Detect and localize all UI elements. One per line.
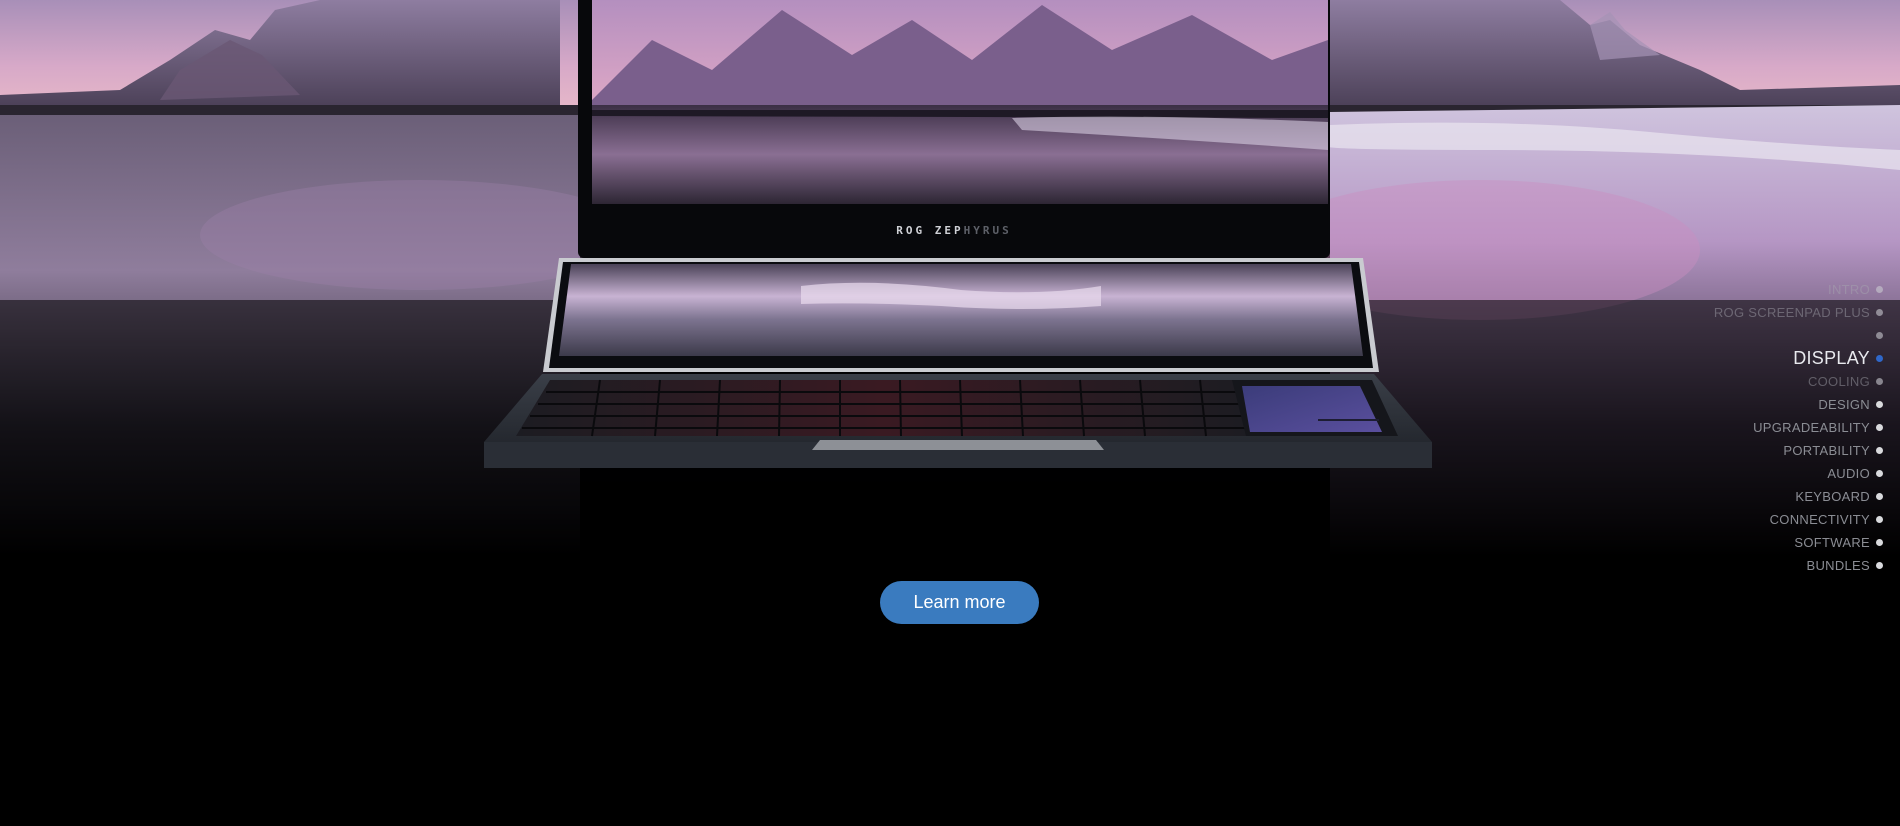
nav-item-upgradeability[interactable]: UPGRADEABILITY: [1643, 416, 1883, 439]
nav-dot-icon: [1876, 447, 1883, 454]
nav-item-display[interactable]: DISPLAY: [1643, 347, 1883, 370]
screenpad-plus-display: [543, 258, 1379, 372]
nav-dot-icon: [1876, 562, 1883, 569]
nav-item-design[interactable]: DESIGN: [1643, 393, 1883, 416]
nav-item-label: DESIGN: [1818, 397, 1870, 412]
nav-dot-icon: [1876, 539, 1883, 546]
nav-item-label: KEYBOARD: [1795, 489, 1870, 504]
nav-dot-icon: [1876, 332, 1883, 339]
brand-text-dim: HYRUS: [963, 224, 1012, 237]
nav-item-label: CONNECTIVITY: [1769, 512, 1870, 527]
learn-more-button[interactable]: Learn more: [880, 581, 1039, 624]
laptop-illustration: ROG ZEPHYRUS: [0, 0, 1900, 520]
brand-text-bright: ROG ZEP: [896, 224, 964, 237]
nav-item-connectivity[interactable]: CONNECTIVITY: [1643, 508, 1883, 531]
keyboard-deck: [484, 374, 1432, 468]
nav-item-label: SOFTWARE: [1794, 535, 1870, 550]
laptop-main-screen: [592, 0, 1328, 204]
nav-item-rog-screenpad-plus[interactable]: ROG SCREENPAD PLUS: [1643, 301, 1883, 324]
nav-dot-icon: [1876, 309, 1883, 316]
nav-dot-icon: [1876, 378, 1883, 385]
nav-item-label: INTRO: [1828, 282, 1870, 297]
nav-item-label: PORTABILITY: [1783, 443, 1870, 458]
nav-item-label: COOLING: [1807, 374, 1870, 389]
nav-item-keyboard[interactable]: KEYBOARD: [1643, 485, 1883, 508]
nav-item-software[interactable]: SOFTWARE: [1643, 531, 1883, 554]
nav-dot-icon: [1876, 355, 1883, 362]
nav-item-unlabeled[interactable]: [1643, 324, 1883, 347]
nav-item-label: DISPLAY: [1793, 348, 1870, 368]
nav-item-label: AUDIO: [1827, 466, 1870, 481]
nav-item-label: ROG SCREENPAD PLUS: [1713, 305, 1870, 320]
nav-dot-icon: [1876, 424, 1883, 431]
nav-dot-icon: [1876, 401, 1883, 408]
nav-dot-icon: [1876, 286, 1883, 293]
screen-wallpaper: [592, 0, 1328, 204]
nav-item-label: BUNDLES: [1806, 558, 1870, 573]
nav-dot-icon: [1876, 516, 1883, 523]
nav-item-bundles[interactable]: BUNDLES: [1643, 554, 1883, 577]
nav-item-label: UPGRADEABILITY: [1753, 420, 1870, 435]
nav-item-cooling[interactable]: COOLING: [1643, 370, 1883, 393]
section-side-nav: INTRO ROG SCREENPAD PLUS DISPLAY COOLING…: [1643, 278, 1883, 577]
nav-item-portability[interactable]: PORTABILITY: [1643, 439, 1883, 462]
product-page: ROG ZEPHYRUS Learn more INTRO ROG SCREEN…: [0, 0, 1900, 826]
nav-item-intro[interactable]: INTRO: [1643, 278, 1883, 301]
nav-dot-icon: [1876, 470, 1883, 477]
nav-dot-icon: [1876, 493, 1883, 500]
laptop-brand-logo: ROG ZEPHYRUS: [578, 224, 1330, 237]
nav-item-audio[interactable]: AUDIO: [1643, 462, 1883, 485]
